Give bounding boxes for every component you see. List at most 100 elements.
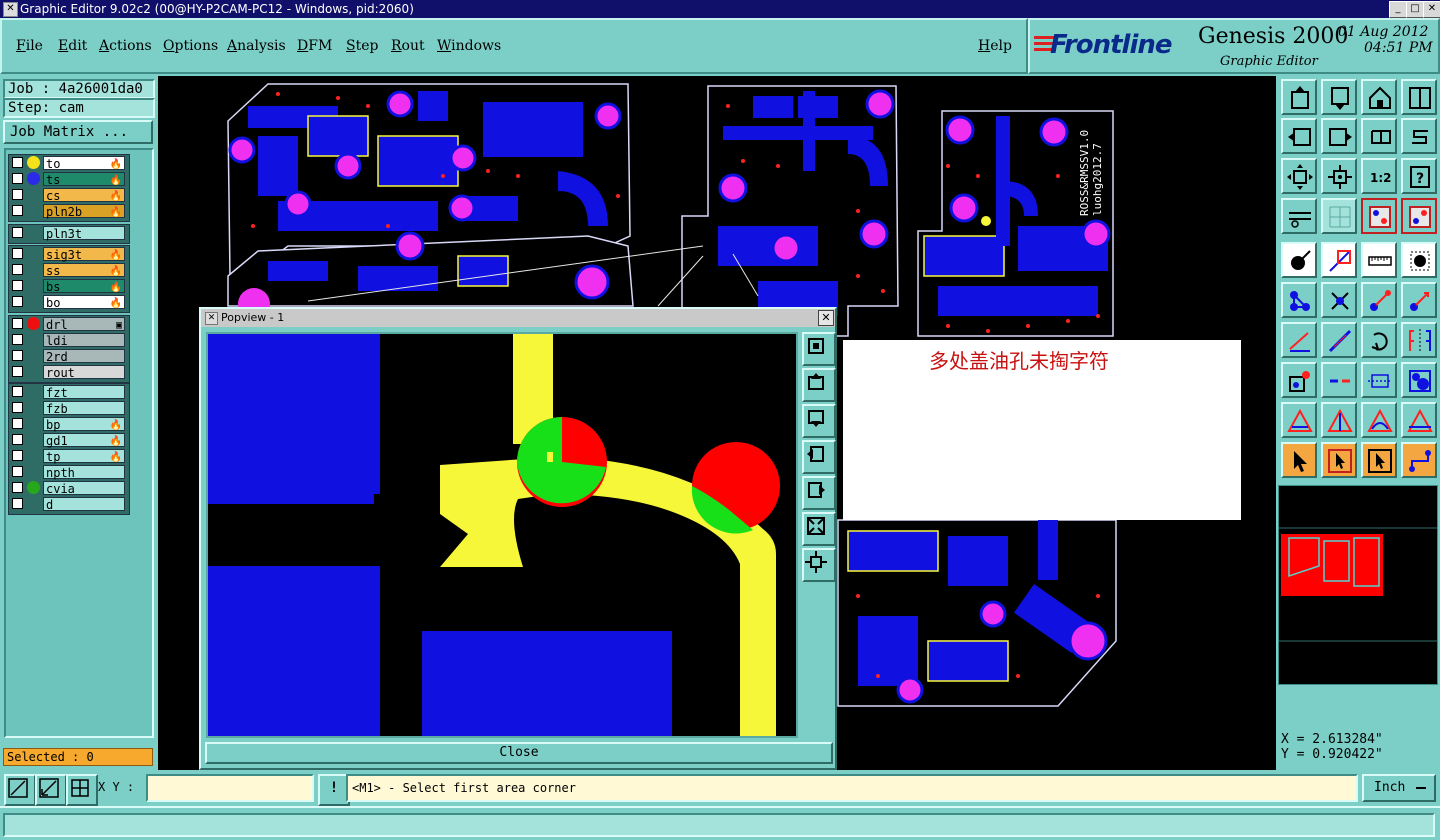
pointer-frame-icon[interactable] — [1361, 442, 1397, 478]
layer-checkbox[interactable] — [12, 173, 23, 184]
menu-step[interactable]: Step — [346, 38, 378, 54]
menu-edit[interactable]: Edit — [58, 38, 87, 54]
net-select-icon[interactable] — [1401, 442, 1437, 478]
menu-analysis[interactable]: Analysis — [227, 38, 286, 54]
layer-checkbox[interactable] — [12, 350, 23, 361]
layer-name[interactable]: ts 🔥 — [43, 172, 125, 187]
layer-row-bs[interactable]: bs 🔥 — [9, 278, 129, 294]
layer-name[interactable]: sig3t 🔥 — [43, 247, 125, 262]
popview-zoom-out-button[interactable] — [802, 548, 836, 582]
select-box-icon[interactable] — [1401, 242, 1437, 278]
layer-checkbox[interactable] — [12, 280, 23, 291]
layer-name[interactable]: to 🔥 — [43, 156, 125, 171]
layer-checkbox[interactable] — [12, 366, 23, 377]
layer-row-d[interactable]: d — [9, 496, 129, 512]
layer-name[interactable]: pln2b 🔥 — [43, 204, 125, 219]
group-pads-icon[interactable] — [1401, 362, 1437, 398]
popview-zoom-in-button[interactable] — [802, 512, 836, 546]
layer-checkbox[interactable] — [12, 296, 23, 307]
triangle-pad-icon[interactable] — [1281, 402, 1317, 438]
app-icon[interactable]: ✕ — [3, 2, 18, 17]
grid-toggle-icon[interactable] — [66, 774, 98, 806]
layer-row-ldi[interactable]: ldi — [9, 332, 129, 348]
pan-right-icon[interactable] — [1321, 118, 1357, 154]
move-feature-icon[interactable] — [1361, 282, 1397, 318]
layer-name[interactable]: ss 🔥 — [43, 263, 125, 278]
popview-close-icon[interactable]: ✕ — [818, 310, 834, 326]
layer-name[interactable]: rout — [43, 365, 125, 380]
layer-color-icon[interactable] — [27, 156, 40, 169]
zoom-area-icon[interactable] — [4, 774, 36, 806]
zoom-fit-icon[interactable] — [1281, 158, 1317, 194]
menu-windows[interactable]: Windows — [437, 38, 501, 54]
layer-color-icon[interactable] — [27, 481, 40, 494]
layer-name[interactable]: ldi — [43, 333, 125, 348]
zoom-one-to-two-icon[interactable]: 1:2 — [1361, 158, 1397, 194]
layer-row-tp[interactable]: tp 🔥 — [9, 448, 129, 464]
split-line-icon[interactable] — [1321, 362, 1357, 398]
layer-checkbox[interactable] — [12, 482, 23, 493]
rotate-icon[interactable] — [1361, 322, 1397, 358]
layer-checkbox[interactable] — [12, 418, 23, 429]
triangle-arc-icon[interactable] — [1361, 402, 1397, 438]
layer-name[interactable]: 2rd — [43, 349, 125, 364]
delete-feature-icon[interactable] — [1321, 282, 1357, 318]
layer-name[interactable]: cvia — [43, 481, 125, 496]
units-select[interactable]: Inch — [1362, 774, 1436, 802]
menu-file[interactable]: File — [16, 38, 43, 54]
popview-pan-up-button[interactable] — [802, 368, 836, 402]
add-surface-icon[interactable] — [1281, 362, 1317, 398]
layer-name[interactable]: npth — [43, 465, 125, 480]
zoom-home-icon[interactable] — [1281, 79, 1317, 115]
popview-canvas[interactable] — [206, 332, 798, 738]
add-line-icon[interactable] — [1281, 322, 1317, 358]
pointer-icon[interactable] — [1281, 442, 1317, 478]
layer-name[interactable]: fzt — [43, 385, 125, 400]
select-area-icon[interactable] — [1321, 242, 1357, 278]
maximize-button[interactable]: □ — [1406, 1, 1424, 18]
overview-map[interactable] — [1278, 485, 1438, 685]
layer-name[interactable]: fzb — [43, 401, 125, 416]
menu-rout[interactable]: Rout — [391, 38, 425, 54]
layer-name[interactable]: drl ▣ — [43, 317, 125, 332]
layer-name[interactable]: tp 🔥 — [43, 449, 125, 464]
triangle-fill-icon[interactable] — [1401, 402, 1437, 438]
ruler-icon[interactable] — [1361, 242, 1397, 278]
xy-input[interactable] — [146, 774, 314, 802]
layer-checkbox[interactable] — [12, 157, 23, 168]
layer-color-icon[interactable] — [27, 317, 40, 330]
layer-row-bp[interactable]: bp 🔥 — [9, 416, 129, 432]
zoom-center-icon[interactable] — [1321, 158, 1357, 194]
mirror-icon[interactable] — [1401, 322, 1437, 358]
layer-checkbox[interactable] — [12, 402, 23, 413]
close-window-button[interactable]: ✕ — [1423, 1, 1440, 18]
triangle-line-icon[interactable] — [1321, 402, 1357, 438]
measure-tool-icon[interactable] — [1281, 198, 1317, 234]
layer-color-icon[interactable] — [27, 172, 40, 185]
layer-checkbox[interactable] — [12, 386, 23, 397]
layer-checkbox[interactable] — [12, 318, 23, 329]
popview-fit-button[interactable] — [802, 332, 836, 366]
menu-actions[interactable]: Actions — [99, 38, 152, 54]
layer-checkbox[interactable] — [12, 205, 23, 216]
layer-row-pln2b[interactable]: pln2b 🔥 — [9, 203, 129, 219]
layer-name[interactable]: pln3t — [43, 226, 125, 241]
menu-options[interactable]: Options — [163, 38, 218, 54]
layer-row-pln3t[interactable]: pln3t — [9, 225, 129, 241]
layer-checkbox[interactable] — [12, 434, 23, 445]
layer-row-fzb[interactable]: fzb — [9, 400, 129, 416]
pointer-box-icon[interactable] — [1321, 442, 1357, 478]
layer-row-gd1[interactable]: gd1 🔥 — [9, 432, 129, 448]
layer-row-2rd[interactable]: 2rd — [9, 348, 129, 364]
edit-line-icon[interactable] — [1321, 322, 1357, 358]
swap-view-icon[interactable] — [1361, 118, 1397, 154]
layer-row-ss[interactable]: ss 🔥 — [9, 262, 129, 278]
zoom-select-icon[interactable] — [35, 774, 67, 806]
layer-row-cvia[interactable]: cvia — [9, 480, 129, 496]
popview-pan-down-button[interactable] — [802, 404, 836, 438]
layer-name[interactable]: cs 🔥 — [43, 188, 125, 203]
layer-row-ts[interactable]: ts 🔥 — [9, 171, 129, 187]
popview-pan-left-button[interactable] — [802, 440, 836, 474]
help-query-icon[interactable]: ? — [1401, 158, 1437, 194]
layer-checkbox[interactable] — [12, 334, 23, 345]
